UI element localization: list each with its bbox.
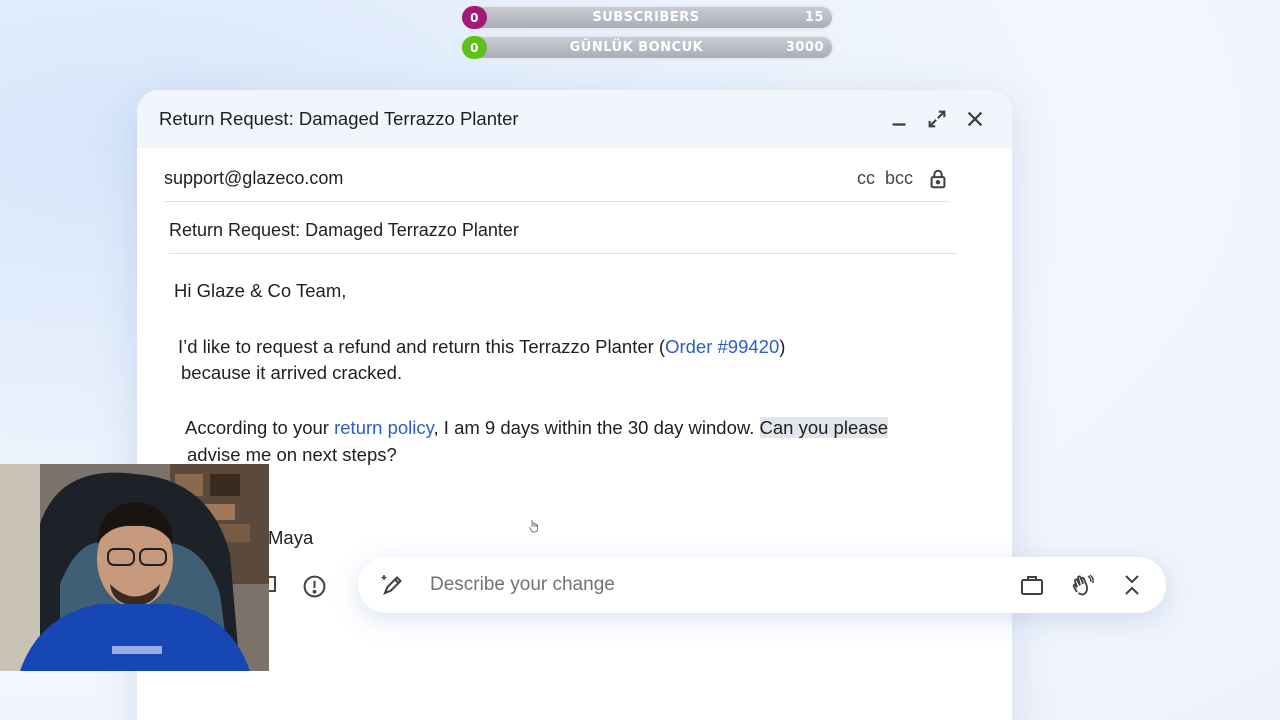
- cc-button[interactable]: cc: [857, 168, 875, 189]
- p2-text-mid: , I am 9 days within the 30 day window.: [433, 417, 760, 438]
- briefcase-button[interactable]: [1012, 565, 1052, 605]
- hand-cursor-icon: [529, 520, 538, 533]
- collapse-icon: [1125, 575, 1139, 595]
- subscribers-count: 15: [804, 10, 824, 25]
- briefcase-icon: [1021, 576, 1043, 595]
- wave-hand-button[interactable]: [1062, 565, 1102, 605]
- p2-text-before: According to your: [185, 417, 335, 438]
- beads-label: GÜNLÜK BONCUK: [569, 40, 704, 55]
- to-field[interactable]: support@glazeco.com cc bcc: [164, 156, 949, 202]
- compose-title: Return Request: Damaged Terrazzo Planter: [159, 108, 519, 129]
- recipient-address[interactable]: support@glazeco.com: [164, 168, 847, 189]
- subject-field[interactable]: Return Request: Damaged Terrazzo Planter: [169, 208, 957, 254]
- expand-icon: [928, 110, 946, 128]
- wave-hand-icon: [1072, 574, 1094, 596]
- subscribers-label: SUBSCRIBERS: [592, 10, 700, 25]
- minimize-button[interactable]: [884, 104, 914, 134]
- info-icon[interactable]: [302, 574, 327, 599]
- p1-text-before: I’d like to request a refund and return …: [178, 336, 666, 357]
- close-icon: [967, 111, 983, 127]
- collapse-button[interactable]: [1112, 565, 1152, 605]
- pen-sparkle-icon: [381, 575, 402, 595]
- beads-badge: 0: [462, 36, 487, 59]
- paragraph-1-line-2: because it arrived cracked.: [181, 362, 403, 383]
- describe-change-bar: [358, 557, 1166, 613]
- compose-header: Return Request: Damaged Terrazzo Planter: [137, 90, 1012, 148]
- lock-icon: [930, 169, 946, 188]
- greeting-line: Hi Glaze & Co Team,: [174, 280, 347, 301]
- signature: Maya: [268, 527, 314, 548]
- p1-text-after: ): [779, 336, 786, 357]
- bcc-button[interactable]: bcc: [885, 168, 913, 189]
- beads-bar: 0 GÜNLÜK BONCUK 3000: [460, 35, 834, 60]
- paragraph-2-line-1: According to your return policy, I am 9 …: [185, 414, 889, 441]
- close-button[interactable]: [960, 104, 990, 134]
- lock-button[interactable]: [927, 168, 949, 190]
- minimize-icon: [892, 123, 906, 126]
- expand-button[interactable]: [922, 104, 952, 134]
- pen-sparkle-button[interactable]: [372, 565, 412, 605]
- selected-text[interactable]: Can you please: [759, 417, 889, 438]
- beads-count: 3000: [785, 40, 824, 55]
- subscribers-bar: 0 SUBSCRIBERS 15: [460, 5, 834, 30]
- subscribers-badge: 0: [462, 6, 487, 29]
- subject-value[interactable]: Return Request: Damaged Terrazzo Planter: [169, 220, 519, 241]
- paragraph-1-line-1: I’d like to request a refund and return …: [178, 333, 785, 360]
- describe-change-input[interactable]: [430, 574, 1002, 596]
- return-policy-link[interactable]: return policy: [334, 417, 433, 438]
- webcam-feed-image: [0, 464, 269, 671]
- webcam-overlay: [0, 464, 269, 671]
- order-link[interactable]: Order #99420: [665, 336, 779, 357]
